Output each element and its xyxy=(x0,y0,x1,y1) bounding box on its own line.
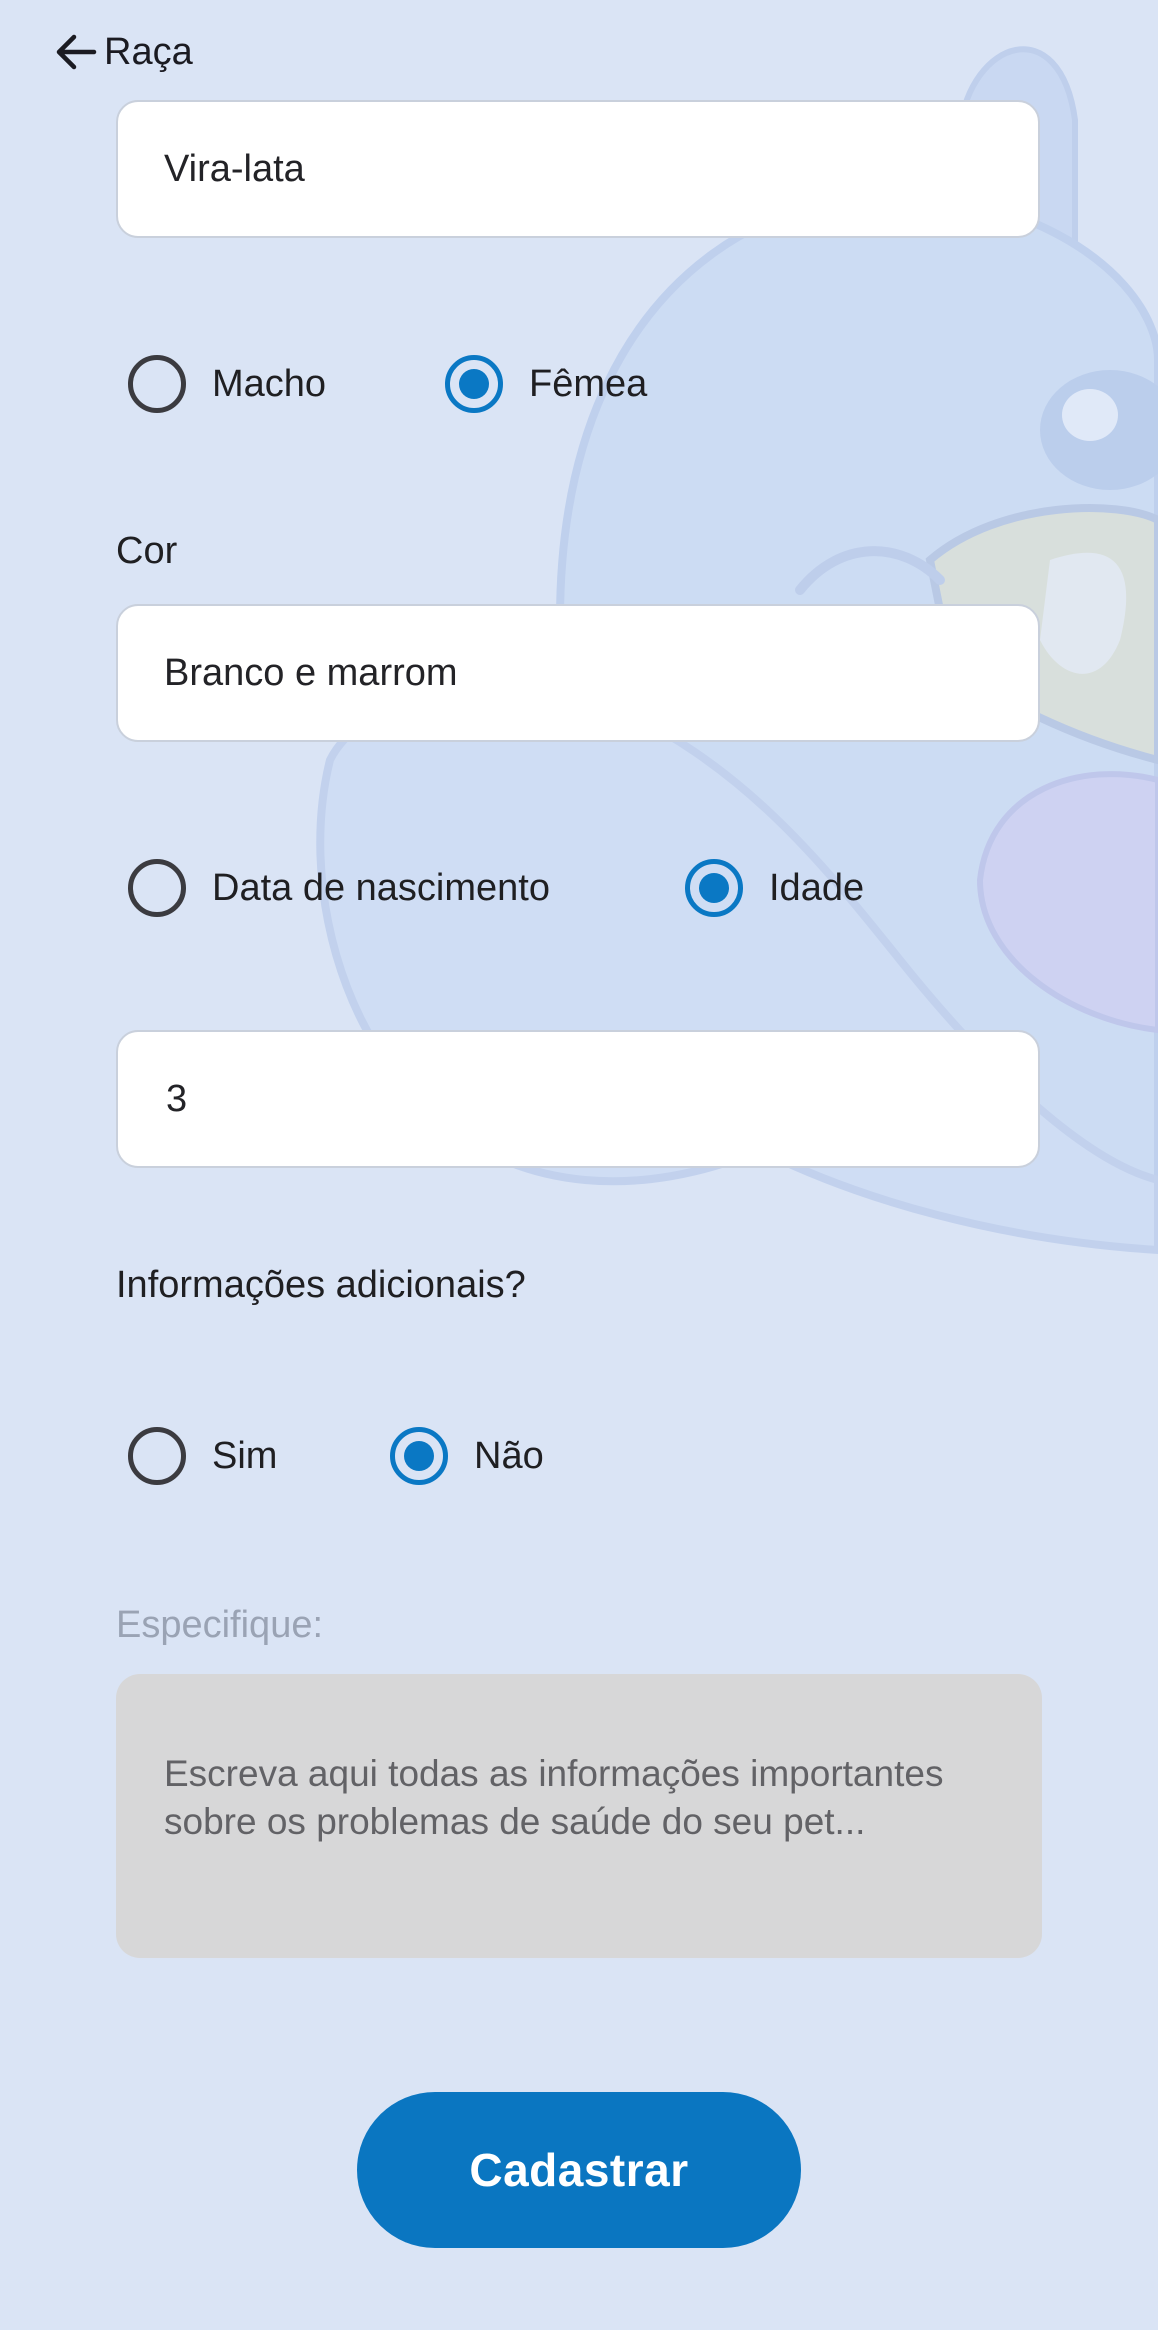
radio-unchecked-icon xyxy=(128,355,186,413)
radio-additional-yes[interactable]: Sim xyxy=(128,1424,277,1488)
radio-label: Idade xyxy=(769,866,865,909)
breed-input[interactable]: Vira-lata xyxy=(116,100,1040,238)
arrow-left-icon xyxy=(56,34,97,70)
radio-label: Sim xyxy=(212,1434,278,1477)
radio-birth-date[interactable]: Data de nascimento xyxy=(128,856,550,920)
specify-label: Especifique: xyxy=(116,1604,324,1646)
radio-checked-icon xyxy=(685,859,743,917)
radio-label: Data de nascimento xyxy=(212,866,550,909)
radio-additional-no[interactable]: Não xyxy=(390,1424,544,1488)
additional-info-label: Informações adicionais? xyxy=(116,1264,526,1306)
back-button[interactable]: Raça xyxy=(50,22,193,82)
radio-sex-female[interactable]: Fêmea xyxy=(445,352,647,416)
radio-age[interactable]: Idade xyxy=(685,856,864,920)
radio-sex-male[interactable]: Macho xyxy=(128,352,326,416)
radio-unchecked-icon xyxy=(128,859,186,917)
age-input[interactable]: 3 xyxy=(116,1030,1040,1168)
radio-unchecked-icon xyxy=(128,1427,186,1485)
color-input[interactable]: Branco e marrom xyxy=(116,604,1040,742)
back-label: Raça xyxy=(104,30,193,73)
radio-label: Fêmea xyxy=(529,362,648,405)
health-info-textarea[interactable]: Escreva aqui todas as informações import… xyxy=(116,1674,1042,1958)
color-label: Cor xyxy=(116,530,178,572)
radio-checked-icon xyxy=(445,355,503,413)
radio-label: Macho xyxy=(212,362,327,405)
register-button[interactable]: Cadastrar xyxy=(357,2092,801,2248)
radio-label: Não xyxy=(474,1434,544,1477)
radio-checked-icon xyxy=(390,1427,448,1485)
